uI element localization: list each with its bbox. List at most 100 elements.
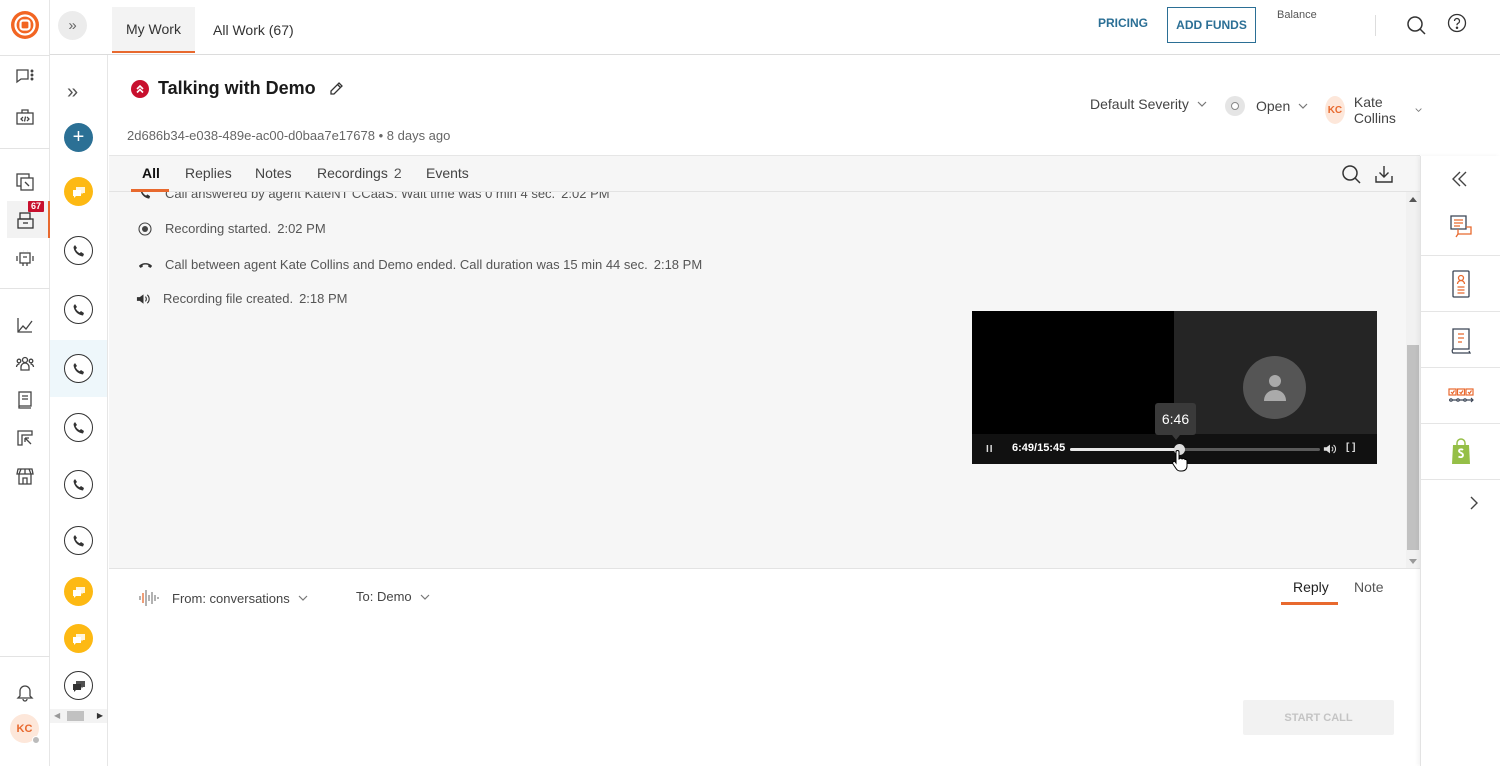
right-panel — [1420, 156, 1500, 766]
assignee-dropdown[interactable]: KC Kate Collins — [1325, 94, 1422, 126]
recording-player[interactable]: II 6:49/15:45 [ ] — [972, 311, 1377, 464]
tab-replies[interactable]: Replies — [185, 165, 232, 181]
tab-reply[interactable]: Reply — [1293, 579, 1329, 595]
tab-note[interactable]: Note — [1354, 579, 1384, 595]
journey-icon — [1448, 388, 1474, 403]
panel-customer-profile[interactable] — [1421, 257, 1500, 312]
scrollbar-thumb[interactable] — [67, 711, 84, 721]
from-label: From: conversations — [172, 590, 290, 606]
seek-tooltip: 6:46 — [1155, 403, 1196, 440]
developer-icon[interactable] — [13, 105, 37, 129]
timeline-scrollbar[interactable] — [1406, 192, 1420, 569]
tab-recordings-label: Recordings — [317, 165, 388, 181]
from-dropdown[interactable]: From: conversations — [138, 589, 308, 607]
conversation-item[interactable] — [64, 354, 93, 383]
new-conversation-button[interactable]: + — [64, 123, 93, 152]
person-icon — [1243, 356, 1306, 419]
copy-icon[interactable] — [13, 170, 37, 194]
analytics-icon[interactable] — [13, 313, 37, 337]
panel-shopify[interactable] — [1421, 425, 1500, 480]
status-dropdown[interactable]: Open — [1225, 96, 1308, 116]
tab-all[interactable]: All — [142, 165, 160, 181]
reports-icon[interactable] — [13, 426, 37, 450]
chat-icon — [72, 632, 86, 646]
hand-cursor-icon — [1172, 450, 1188, 472]
title-row: Talking with Demo — [131, 78, 344, 99]
conversations-icon[interactable] — [13, 65, 37, 89]
collapse-panel-icon[interactable] — [1449, 168, 1471, 190]
event-item: Recording started. 2:02 PM — [137, 221, 326, 236]
bell-icon[interactable] — [13, 680, 37, 704]
store-icon[interactable] — [13, 464, 37, 488]
logo-icon[interactable] — [10, 10, 40, 40]
expand-list-button[interactable]: » — [67, 81, 89, 103]
tab-my-work[interactable]: My Work — [112, 7, 195, 53]
record-icon — [137, 221, 153, 236]
conversation-item[interactable] — [64, 177, 93, 206]
timeline-pane: All Replies Notes Recordings 2 Events Cal… — [109, 155, 1420, 569]
expand-nav-button[interactable]: » — [58, 11, 87, 40]
volume-icon[interactable] — [1323, 442, 1337, 456]
tab-recordings[interactable]: Recordings 2 — [317, 165, 402, 181]
app: 67 KC » My Work All Work (67) PRICING AD… — [0, 0, 1500, 766]
rail-divider — [0, 55, 50, 56]
search-icon[interactable] — [1405, 14, 1427, 36]
seek-bar[interactable] — [1070, 444, 1320, 455]
chevron-right-icon[interactable] — [1467, 494, 1481, 512]
chat-icon — [72, 679, 86, 693]
conversation-item[interactable] — [64, 624, 93, 653]
add-funds-button[interactable]: ADD FUNDS — [1167, 7, 1256, 43]
conversation-main: Talking with Demo 2d686b34-e038-489e-ac0… — [109, 56, 1422, 766]
chevron-down-icon — [1197, 101, 1207, 107]
phone-icon — [137, 192, 153, 200]
conversation-item[interactable] — [64, 526, 93, 555]
contacts-icon[interactable] — [13, 351, 37, 375]
conversation-item[interactable] — [64, 470, 93, 499]
severity-dropdown[interactable]: Default Severity — [1090, 96, 1207, 112]
conversation-meta: 2d686b34-e038-489e-ac00-d0baa7e17678 • 8… — [127, 128, 450, 143]
left-rail: 67 KC — [0, 0, 50, 766]
conversation-age: 8 days ago — [386, 128, 451, 143]
to-dropdown[interactable]: To: Demo — [356, 589, 430, 604]
help-icon[interactable] — [1446, 12, 1468, 34]
divider — [1375, 15, 1376, 36]
rail-divider — [0, 288, 50, 289]
bot-icon[interactable] — [13, 246, 37, 270]
start-call-button[interactable]: START CALL — [1243, 700, 1394, 735]
player-timecode: 6:49/15:45 — [1012, 442, 1066, 454]
edit-title-icon[interactable] — [328, 81, 344, 97]
conversation-item[interactable] — [64, 577, 93, 606]
event-item: Recording file created. 2:18 PM — [135, 291, 348, 306]
knowledge-icon[interactable] — [13, 388, 37, 412]
pricing-link[interactable]: PRICING — [1098, 16, 1148, 30]
scroll-right-arrow[interactable]: ▶ — [97, 711, 103, 720]
panel-conversation-summary[interactable] — [1421, 201, 1500, 256]
scroll-up-arrow[interactable] — [1409, 197, 1417, 202]
search-icon[interactable] — [1340, 163, 1362, 185]
scrollbar-thumb[interactable] — [1407, 345, 1419, 550]
tab-notes[interactable]: Notes — [255, 165, 292, 181]
panel-knowledge-base[interactable] — [1421, 313, 1500, 368]
phone-icon — [72, 244, 86, 258]
scroll-left-arrow[interactable]: ◀ — [54, 711, 60, 720]
conversation-list: » + ◀ ▶ — [50, 55, 108, 766]
rail-divider — [0, 148, 50, 149]
fullscreen-button[interactable]: [ ] — [1346, 442, 1355, 453]
tab-events[interactable]: Events — [426, 165, 469, 181]
chevron-down-icon — [298, 595, 308, 601]
chevron-down-icon — [420, 594, 430, 600]
horizontal-scrollbar[interactable]: ◀ ▶ — [50, 709, 107, 723]
conversation-item[interactable] — [64, 236, 93, 265]
scroll-down-arrow[interactable] — [1409, 559, 1417, 564]
tab-all-work[interactable]: All Work (67) — [199, 7, 308, 53]
chevron-down-icon — [1415, 108, 1422, 113]
chat-icon — [72, 585, 86, 599]
conversation-item[interactable] — [64, 413, 93, 442]
conversation-item[interactable] — [64, 671, 93, 700]
panel-journey[interactable] — [1421, 369, 1500, 424]
pause-button[interactable]: II — [986, 444, 994, 455]
rail-divider — [0, 656, 50, 657]
download-icon[interactable] — [1373, 163, 1395, 185]
conversation-item[interactable] — [64, 295, 93, 324]
balance-label: Balance — [1277, 9, 1317, 21]
